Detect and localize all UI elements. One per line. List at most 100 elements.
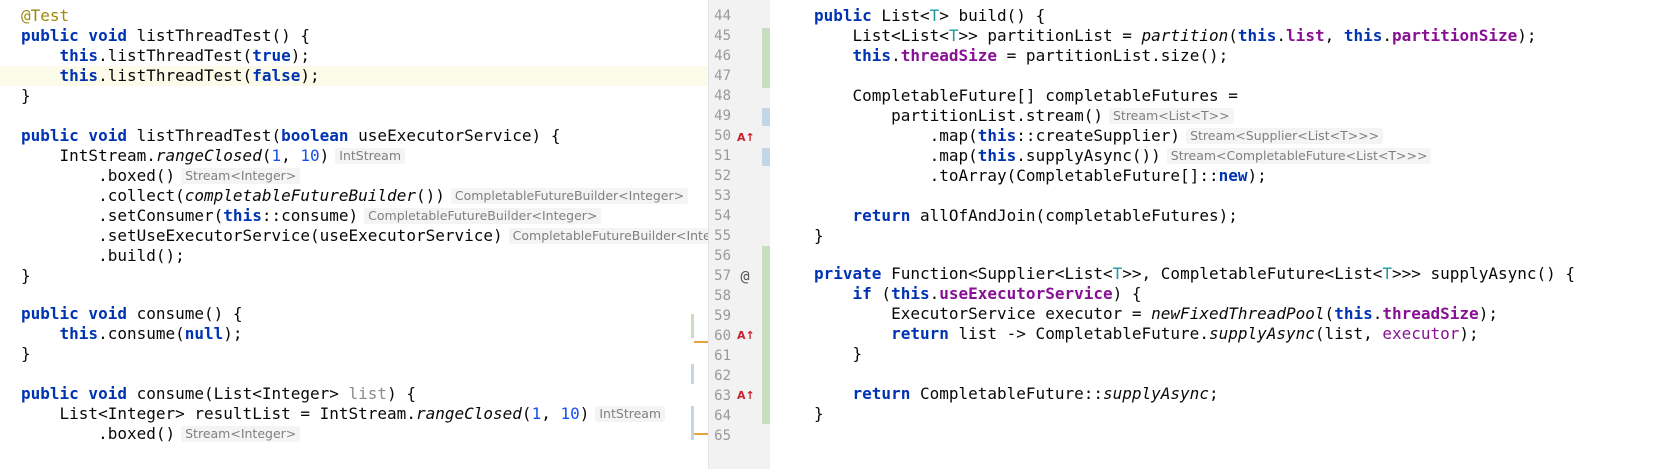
code-line[interactable]: partitionList.stream() Stream<List<T>> bbox=[771, 106, 1662, 126]
line-number: 46 bbox=[714, 48, 731, 64]
code-text: .setConsumer(this::consume) CompletableFu… bbox=[21, 206, 602, 226]
line-number: 61 bbox=[714, 348, 731, 364]
code-line[interactable]: } bbox=[0, 266, 708, 286]
code-text: return CompletableFuture::supplyAsync; bbox=[852, 384, 1219, 403]
line-number: 48 bbox=[714, 88, 731, 104]
code-text: List<List<T>> partitionList = partition(… bbox=[814, 26, 1537, 45]
code-line[interactable]: .collect(completableFutureBuilder()) Comp… bbox=[0, 186, 708, 206]
code-text: CompletableFuture[] completableFutures = bbox=[814, 86, 1238, 105]
type-hint: IntStream bbox=[335, 148, 406, 164]
code-text: .build(); bbox=[21, 246, 185, 265]
left-editor-pane[interactable]: @Test public void listThreadTest() { this… bbox=[0, 0, 708, 469]
type-hint: Stream<Integer> bbox=[181, 168, 301, 184]
change-marker[interactable] bbox=[762, 246, 770, 424]
type-hint: CompletableFutureBuilder<Integer> bbox=[450, 188, 689, 204]
change-marker[interactable] bbox=[691, 364, 694, 384]
line-number: 50 bbox=[714, 128, 731, 144]
type-hint: Stream<List<T>> bbox=[1108, 108, 1234, 124]
line-number: 52 bbox=[714, 168, 731, 184]
code-line[interactable]: return allOfAndJoin(completableFutures); bbox=[771, 206, 1662, 226]
change-marker[interactable] bbox=[762, 28, 770, 88]
code-line[interactable]: } bbox=[771, 344, 1662, 364]
code-line[interactable]: .toArray(CompletableFuture[]::new); bbox=[771, 166, 1662, 186]
override-icon[interactable]: A↑ bbox=[737, 128, 755, 148]
code-text: public void listThreadTest() { bbox=[21, 26, 310, 45]
code-line[interactable]: .setUseExecutorService(useExecutorServic… bbox=[0, 226, 708, 246]
line-number: 55 bbox=[714, 228, 731, 244]
line-number: 60 bbox=[714, 328, 731, 344]
code-line[interactable]: } bbox=[771, 404, 1662, 424]
code-line[interactable]: public List<T> build() { bbox=[771, 6, 1662, 26]
code-line[interactable]: @Test bbox=[0, 6, 708, 26]
code-line[interactable]: this.listThreadTest(false); bbox=[0, 66, 708, 86]
change-marker[interactable] bbox=[762, 148, 770, 166]
line-number: 59 bbox=[714, 308, 731, 324]
line-number: 62 bbox=[714, 368, 731, 384]
change-marker[interactable] bbox=[762, 108, 770, 126]
code-line[interactable]: return CompletableFuture::supplyAsync; bbox=[771, 384, 1662, 404]
code-text: public void listThreadTest(boolean useEx… bbox=[21, 126, 561, 145]
code-line[interactable]: .map(this.supplyAsync()) Stream<Completab… bbox=[771, 146, 1662, 166]
type-hint: CompletableFutureBuilder<Integer> bbox=[508, 228, 708, 244]
line-number: 56 bbox=[714, 248, 731, 264]
code-line[interactable]: List<Integer> resultList = IntStream.ran… bbox=[0, 404, 708, 424]
code-line[interactable]: ExecutorService executor = newFixedThrea… bbox=[771, 304, 1662, 324]
code-text: ExecutorService executor = newFixedThrea… bbox=[814, 304, 1498, 323]
code-line[interactable]: if (this.useExecutorService) { bbox=[771, 284, 1662, 304]
editor-gutter: A↑ @ A↑ A↑ 44 45 46 47 48 49 50 51 52 53 54 55 56 57 5… bbox=[708, 0, 770, 469]
code-line[interactable]: this.threadSize = partitionList.size(); bbox=[771, 46, 1662, 66]
code-line[interactable]: public void consume(List<Integer> list) … bbox=[0, 384, 708, 404]
at-annotation-icon[interactable]: @ bbox=[737, 266, 753, 286]
code-text: return allOfAndJoin(completableFutures); bbox=[852, 206, 1238, 225]
code-line[interactable]: } bbox=[0, 344, 708, 364]
code-text: if (this.useExecutorService) { bbox=[852, 284, 1142, 303]
line-number: 57 bbox=[714, 268, 731, 284]
fold-marker[interactable] bbox=[694, 433, 708, 435]
line-number: 64 bbox=[714, 408, 731, 424]
line-number: 47 bbox=[714, 68, 731, 84]
line-number: 49 bbox=[714, 108, 731, 124]
code-line[interactable]: this.listThreadTest(true); bbox=[0, 46, 708, 66]
right-editor-pane[interactable]: public List<T> build() { List<List<T>> p… bbox=[771, 0, 1662, 469]
line-number: 58 bbox=[714, 288, 731, 304]
code-text: .boxed() Stream<Integer> bbox=[21, 424, 301, 444]
code-line[interactable]: .boxed() Stream<Integer> bbox=[0, 166, 708, 186]
code-line[interactable]: .boxed() Stream<Integer> bbox=[0, 424, 708, 444]
type-hint: IntStream bbox=[595, 406, 666, 422]
code-text: } bbox=[21, 86, 31, 105]
change-marker[interactable] bbox=[691, 314, 694, 338]
code-text: this.listThreadTest(false); bbox=[59, 66, 320, 85]
code-line[interactable]: List<List<T>> partitionList = partition(… bbox=[771, 26, 1662, 46]
code-line[interactable]: public void consume() { bbox=[0, 304, 708, 324]
code-line[interactable]: this.consume(null); bbox=[0, 324, 708, 344]
type-hint: Stream<Integer> bbox=[181, 426, 301, 442]
code-text: } bbox=[21, 266, 31, 285]
code-text: } bbox=[814, 344, 863, 363]
override-icon[interactable]: A↑ bbox=[737, 326, 755, 346]
code-line[interactable]: IntStream.rangeClosed(1, 10) IntStream bbox=[0, 146, 708, 166]
code-text: .collect(completableFutureBuilder()) Comp… bbox=[21, 186, 689, 206]
code-text: @Test bbox=[21, 6, 70, 25]
line-number: 63 bbox=[714, 388, 731, 404]
code-text: .map(this::createSupplier) Stream<Supplie… bbox=[814, 126, 1384, 146]
code-line[interactable]: } bbox=[0, 86, 708, 106]
line-number: 65 bbox=[714, 428, 731, 444]
override-icon[interactable]: A↑ bbox=[737, 386, 755, 406]
code-line[interactable]: .build(); bbox=[0, 246, 708, 266]
type-hint: Stream<Supplier<List<T>>> bbox=[1186, 128, 1384, 144]
code-text: .setUseExecutorService(useExecutorServic… bbox=[21, 226, 708, 246]
fold-marker[interactable] bbox=[694, 341, 708, 343]
code-text: public void consume(List<Integer> list) … bbox=[21, 384, 416, 403]
line-number: 51 bbox=[714, 148, 731, 164]
code-text: IntStream.rangeClosed(1, 10) IntStream bbox=[21, 146, 406, 166]
code-line[interactable]: .setConsumer(this::consume) CompletableFu… bbox=[0, 206, 708, 226]
code-line[interactable]: public void listThreadTest(boolean useEx… bbox=[0, 126, 708, 146]
code-line[interactable]: .map(this::createSupplier) Stream<Supplie… bbox=[771, 126, 1662, 146]
code-line[interactable]: } bbox=[771, 226, 1662, 246]
code-text: private Function<Supplier<List<T>>, Comp… bbox=[814, 264, 1576, 283]
code-line[interactable]: private Function<Supplier<List<T>>, Comp… bbox=[771, 264, 1662, 284]
code-line[interactable]: return list -> CompletableFuture.supplyA… bbox=[771, 324, 1662, 344]
code-line[interactable]: public void listThreadTest() { bbox=[0, 26, 708, 46]
line-number: 54 bbox=[714, 208, 731, 224]
code-line[interactable]: CompletableFuture[] completableFutures = bbox=[771, 86, 1662, 106]
